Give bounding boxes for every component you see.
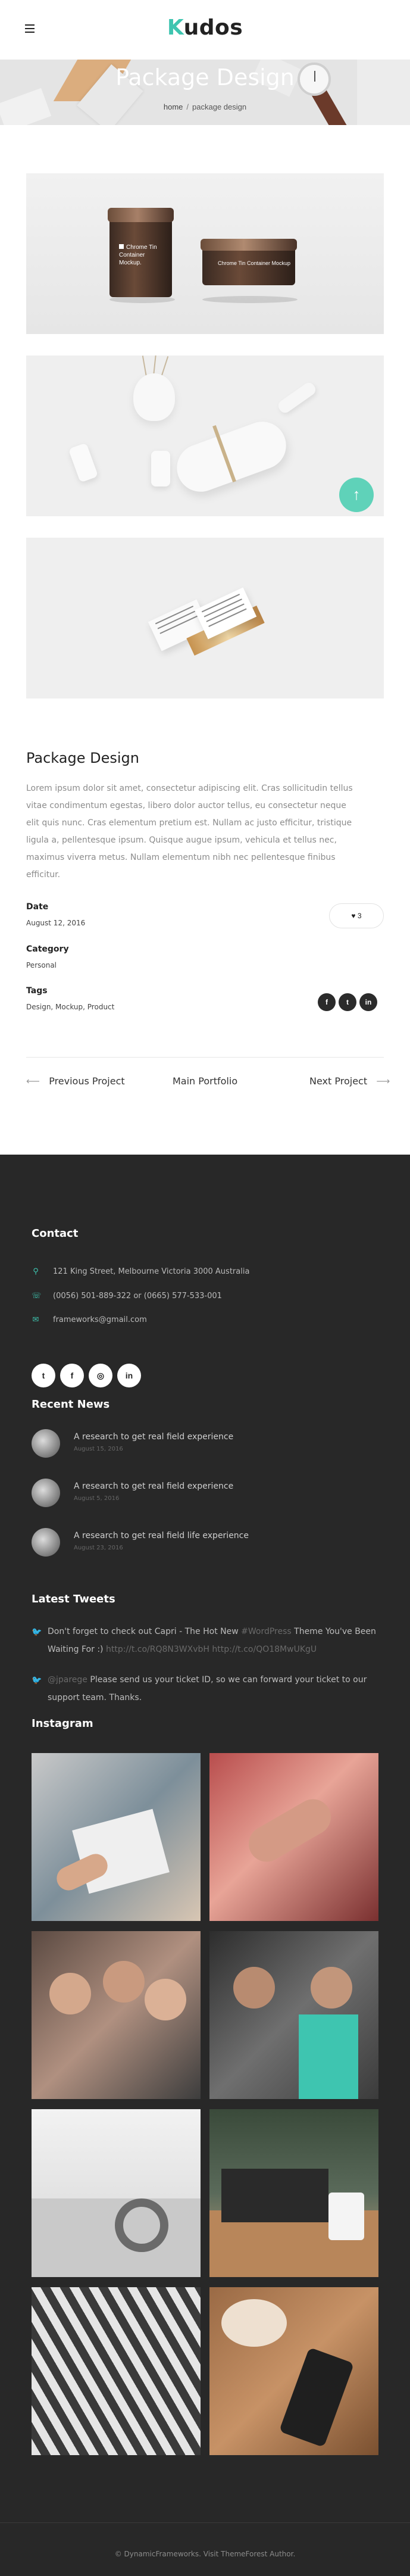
category-value: Personal [26, 961, 57, 969]
category-label: Category [26, 944, 69, 954]
gallery-image-cards [26, 538, 384, 698]
small-tin-image: Chrome Tin Container Mockup [201, 239, 297, 285]
date-label: Date [26, 902, 49, 912]
news-title-link[interactable]: A research to get real field life experi… [74, 1531, 249, 1540]
envelope-icon: ✉ [32, 1315, 39, 1324]
tweet-text: @jparege Please send us your ticket ID, … [48, 1675, 367, 1702]
footer-divider [0, 2522, 410, 2523]
recent-news-heading: Recent News [32, 1398, 110, 1411]
scroll-to-top-button[interactable]: ↑ [339, 478, 374, 512]
news-title-link[interactable]: A research to get real field experience [74, 1432, 233, 1442]
heart-icon: ♥ [351, 912, 356, 920]
project-title: Package Design [26, 750, 139, 766]
like-button[interactable]: ♥ 3 [329, 903, 384, 928]
tags-value: Design, Mockup, Product [26, 1003, 115, 1011]
breadcrumb-current: package design [192, 102, 247, 111]
tweet-text: Don't forget to check out Capri - The Ho… [48, 1627, 376, 1654]
news-date: August 5, 2016 [74, 1495, 120, 1502]
instagram-photo[interactable] [32, 2109, 201, 2277]
news-thumbnail[interactable] [32, 1479, 60, 1507]
address-row: ⚲ 121 King Street, Melbourne Victoria 300… [32, 1267, 249, 1276]
latest-tweets-heading: Latest Tweets [32, 1593, 115, 1605]
location-pin-icon: ⚲ [33, 1267, 39, 1276]
page-title: Package Design [115, 64, 295, 91]
project-description: Lorem ipsum dolor sit amet, consectetur … [26, 784, 353, 880]
twitter-icon[interactable]: t [339, 993, 356, 1011]
instagram-photo[interactable] [209, 1753, 378, 1921]
linkedin-icon[interactable]: in [359, 993, 377, 1011]
site-logo[interactable]: Kudos [0, 15, 410, 40]
large-tin-image: Chrome Tin Container Mockup. [108, 208, 174, 297]
instagram-photo[interactable] [32, 1931, 201, 2099]
footer-twitter-icon[interactable]: t [32, 1364, 55, 1387]
news-thumbnail[interactable] [32, 1528, 60, 1557]
twitter-bird-icon: 🐦 [32, 1675, 42, 1685]
next-project-link[interactable]: Next Project ⟶ [309, 1075, 390, 1087]
instagram-photo[interactable] [32, 2287, 201, 2455]
instagram-photo[interactable] [209, 1931, 378, 2099]
footer-instagram-icon[interactable]: ◎ [89, 1364, 112, 1387]
phone-row: ☏ (0056) 501-889-322 or (0665) 577-533-00… [32, 1292, 222, 1301]
email-row[interactable]: ✉ frameworks@gmail.com [32, 1315, 147, 1324]
site-header: Kudos [0, 0, 410, 60]
contact-heading: Contact [32, 1227, 79, 1240]
date-value: August 12, 2016 [26, 919, 86, 927]
copyright-text: © DynamicFrameworks. Visit ThemeForest A… [114, 2550, 296, 2558]
arrow-left-icon: ⟵ [26, 1075, 40, 1087]
towel-image [170, 414, 293, 499]
arrow-right-icon: ⟶ [376, 1075, 390, 1087]
footer-linkedin-icon[interactable]: in [117, 1364, 141, 1387]
main-portfolio-link[interactable]: Main Portfolio [173, 1075, 237, 1087]
instagram-photo[interactable] [32, 1753, 201, 1921]
instagram-photo[interactable] [209, 2287, 378, 2455]
instagram-heading: Instagram [32, 1717, 93, 1730]
breadcrumb: home / package design [163, 102, 247, 111]
news-date: August 23, 2016 [74, 1545, 123, 1551]
section-divider [26, 1057, 384, 1058]
gallery-image-spa [26, 355, 384, 516]
footer-facebook-icon[interactable]: f [60, 1364, 84, 1387]
facebook-icon[interactable]: f [318, 993, 336, 1011]
breadcrumb-home-link[interactable]: home [164, 102, 183, 111]
page-banner: Package Design home / package design [0, 60, 410, 125]
instagram-photo[interactable] [209, 2109, 378, 2277]
news-thumbnail[interactable] [32, 1429, 60, 1458]
news-date: August 15, 2016 [74, 1446, 123, 1452]
gallery-image-tins: Chrome Tin Container Mockup. Chrome Tin … [26, 173, 384, 334]
phone-icon: ☏ [32, 1292, 42, 1301]
news-title-link[interactable]: A research to get real field experience [74, 1482, 233, 1491]
tags-label: Tags [26, 986, 48, 996]
twitter-bird-icon: 🐦 [32, 1627, 42, 1636]
previous-project-link[interactable]: ⟵ Previous Project [26, 1075, 125, 1087]
vase-image [133, 373, 175, 421]
